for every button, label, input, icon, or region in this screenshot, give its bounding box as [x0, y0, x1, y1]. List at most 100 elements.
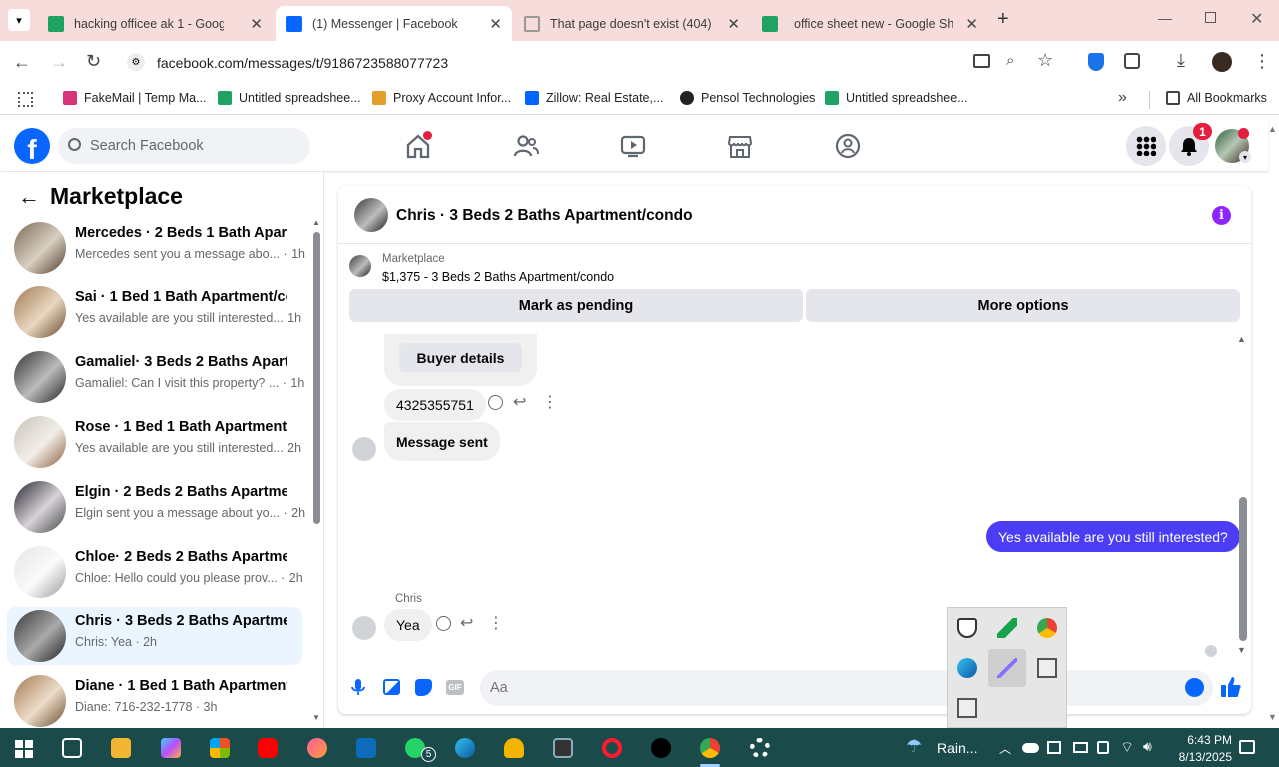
tab-messenger[interactable]: (1) Messenger | Facebook ✕: [276, 6, 512, 41]
gif-icon[interactable]: GIF: [446, 680, 464, 695]
extensions-icon[interactable]: [1124, 53, 1140, 69]
forward-icon[interactable]: →: [50, 52, 68, 73]
reply-icon[interactable]: ↩: [513, 392, 526, 412]
edge-icon[interactable]: [957, 658, 977, 678]
app-icon[interactable]: [307, 738, 327, 758]
bookmark-pensol[interactable]: Pensol Technologies: [680, 91, 815, 105]
marketplace-icon[interactable]: [726, 133, 754, 159]
bookmark-fakemail[interactable]: FakeMail | Temp Ma...: [63, 91, 207, 105]
conversation-item[interactable]: Mercedes · 2 Beds 1 Bath Apartment/condo…: [7, 219, 305, 277]
chat-avatar[interactable]: [354, 198, 388, 232]
tab-404[interactable]: That page doesn't exist (404) - Facebook…: [514, 6, 750, 41]
facebook-logo[interactable]: f: [14, 128, 50, 164]
message-input[interactable]: [480, 670, 1213, 706]
back-arrow-icon[interactable]: ←: [18, 184, 40, 210]
chat-scroll-up[interactable]: ▲: [1237, 334, 1246, 344]
tray-expand-icon[interactable]: ︿: [999, 740, 1011, 757]
tray-app-icon[interactable]: [1047, 741, 1061, 754]
reply-icon[interactable]: ↩: [460, 613, 473, 633]
listing-detail[interactable]: $1,375 - 3 Beds 2 Baths Apartment/condo: [382, 270, 614, 284]
pen-icon[interactable]: [997, 658, 1017, 678]
mark-pending-button[interactable]: Mark as pending: [349, 289, 803, 322]
conversation-item[interactable]: Rose · 1 Bed 1 Bath Apartment/condo Yes …: [7, 413, 302, 471]
tiktok-icon[interactable]: [651, 738, 671, 758]
sidebar-scrollbar-thumb[interactable]: [313, 232, 320, 524]
conversation-item[interactable]: Sai · 1 Bed 1 Bath Apartment/condo Yes a…: [7, 283, 302, 341]
chrome-icon[interactable]: [1037, 618, 1057, 638]
react-icon[interactable]: [488, 395, 503, 410]
tab-sheets-2[interactable]: office sheet new - Google Sheets ✕: [752, 6, 988, 41]
bookmark-zillow[interactable]: Zillow: Real Estate,...: [525, 91, 663, 105]
store-icon[interactable]: [210, 738, 230, 758]
tab-search-button[interactable]: ▾: [8, 9, 30, 31]
site-info-icon[interactable]: ⚙: [127, 53, 145, 71]
conversation-item[interactable]: Diane · 1 Bed 1 Bath Apartment/condo Dia…: [7, 672, 302, 730]
close-tab-icon[interactable]: ✕: [489, 15, 502, 33]
zoom-icon[interactable]: ⌕: [1006, 52, 1014, 69]
info-icon[interactable]: i: [1212, 206, 1231, 225]
microphone-icon[interactable]: [350, 678, 366, 696]
minimize-button[interactable]: —: [1158, 10, 1172, 26]
video-icon[interactable]: [619, 133, 647, 159]
close-tab-icon[interactable]: ✕: [250, 15, 263, 33]
download-icon[interactable]: ⤓: [1177, 50, 1185, 71]
groups-icon[interactable]: [834, 133, 862, 159]
sidebar-scroll-down[interactable]: ▼: [312, 713, 320, 722]
file-explorer-icon[interactable]: [111, 738, 131, 758]
wifi-icon[interactable]: ⌔: [1120, 738, 1134, 757]
friends-icon[interactable]: [512, 133, 540, 159]
battery-icon[interactable]: [1073, 742, 1088, 753]
bookmark-proxy[interactable]: Proxy Account Infor...: [372, 91, 511, 105]
notification-center-icon[interactable]: [1239, 740, 1255, 754]
more-actions-icon[interactable]: ⋮: [488, 613, 504, 633]
edge-taskbar-icon[interactable]: [455, 738, 475, 758]
shield-extension-icon[interactable]: [1088, 53, 1104, 71]
profile-avatar[interactable]: [1212, 52, 1232, 72]
more-options-button[interactable]: More options: [806, 289, 1240, 322]
apps-grid-icon[interactable]: [18, 92, 33, 107]
task-view-icon[interactable]: [62, 738, 82, 758]
network-error-icon[interactable]: [1037, 658, 1057, 678]
page-scrollbar-up[interactable]: ▲: [1268, 124, 1277, 134]
outlook-icon[interactable]: [356, 738, 376, 758]
close-tab-icon[interactable]: ✕: [727, 15, 740, 33]
opera-icon[interactable]: [602, 738, 622, 758]
medal-icon[interactable]: [504, 738, 524, 758]
search-input[interactable]: Search Facebook: [58, 128, 310, 164]
app-error-icon[interactable]: [957, 698, 977, 718]
chat-scrollbar-thumb[interactable]: [1239, 497, 1247, 641]
url-text[interactable]: facebook.com/messages/t/9186723588077723: [157, 55, 448, 71]
more-bookmarks-icon[interactable]: »: [1118, 89, 1127, 107]
weather-icon[interactable]: ☂: [906, 736, 922, 757]
all-bookmarks[interactable]: All Bookmarks: [1166, 91, 1267, 105]
photo-icon[interactable]: [383, 679, 400, 695]
close-tab-icon[interactable]: ✕: [965, 15, 978, 33]
conversation-item[interactable]: Gamaliel· 3 Beds 2 Baths Apartment/condo…: [7, 348, 304, 406]
react-icon[interactable]: [436, 616, 451, 631]
bookmark-spreadsheet-1[interactable]: Untitled spreadshee...: [218, 91, 361, 105]
copilot-icon[interactable]: [161, 738, 181, 758]
buyer-details-button[interactable]: Buyer details: [399, 343, 522, 372]
conversation-item-selected[interactable]: Chris · 3 Beds 2 Baths Apartment/condo C…: [7, 607, 302, 665]
youtube-icon[interactable]: [258, 738, 278, 758]
browser-menu-icon[interactable]: ⋮: [1253, 51, 1271, 72]
conversation-item[interactable]: Elgin · 2 Beds 2 Baths Apartment/condo E…: [7, 478, 305, 536]
more-actions-icon[interactable]: ⋮: [542, 392, 558, 412]
onedrive-icon[interactable]: [1022, 743, 1039, 753]
emoji-icon[interactable]: [1185, 678, 1204, 697]
bookmark-star-icon[interactable]: ☆: [1037, 50, 1053, 71]
settings-icon[interactable]: [750, 738, 770, 758]
weather-text[interactable]: Rain...: [937, 740, 977, 756]
tab-sheets-1[interactable]: hacking officee ak 1 - Google Sheets ✕: [38, 6, 273, 41]
install-app-icon[interactable]: [973, 54, 990, 68]
clock-time[interactable]: 6:43 PM: [1174, 733, 1232, 747]
restore-button[interactable]: [1205, 12, 1216, 23]
chat-title[interactable]: Chris · 3 Beds 2 Baths Apartment/condo: [396, 207, 693, 225]
vpn-icon[interactable]: [1097, 741, 1109, 754]
conversation-item[interactable]: Chloe· 2 Beds 2 Baths Apartment/condo Ch…: [7, 543, 303, 601]
page-scrollbar-down[interactable]: ▼: [1268, 712, 1277, 722]
clock-date[interactable]: 8/13/2025: [1167, 750, 1232, 764]
sidebar-scroll-up[interactable]: ▲: [312, 218, 320, 227]
back-icon[interactable]: ←: [13, 52, 31, 73]
like-thumb-icon[interactable]: [1220, 676, 1242, 698]
